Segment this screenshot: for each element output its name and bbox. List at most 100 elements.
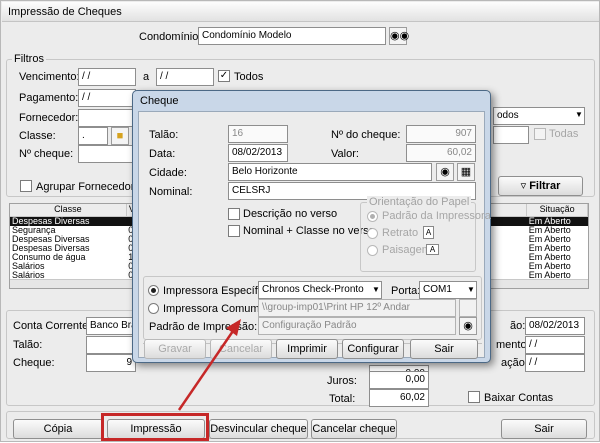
pagamento-from-field[interactable]: / /: [78, 89, 136, 107]
desc-verso-checkbox[interactable]: [228, 208, 240, 220]
filtrar-button[interactable]: ▿ Filtrar: [498, 176, 583, 196]
conta-field[interactable]: Banco Brad: [86, 317, 136, 335]
cancelar-button[interactable]: Cancelar: [210, 339, 272, 359]
dlg-ncheque-label: Nº do cheque:: [331, 129, 401, 141]
orient-paisagem-label: Paisagem: [382, 244, 431, 256]
baixar-checkbox[interactable]: [468, 391, 480, 403]
dlg-talao-field[interactable]: 16: [228, 125, 288, 143]
todas-checkbox[interactable]: [534, 128, 546, 140]
chevron-down-icon[interactable]: ▼: [575, 110, 583, 119]
dlg-data-field[interactable]: 08/02/2013: [228, 144, 288, 162]
folder-icon[interactable]: ■: [111, 127, 129, 145]
binoculars-icon[interactable]: ◉: [436, 163, 454, 181]
data-field[interactable]: 08/02/2013: [525, 317, 585, 335]
compensacao-label: ação:: [501, 357, 528, 369]
dlg-data-label: Data:: [149, 148, 176, 160]
landscape-icon: A: [426, 244, 439, 255]
porta-label: Porta:: [391, 285, 421, 297]
vencimento-sep: a: [143, 71, 150, 83]
impressao-highlight: [101, 413, 209, 441]
orient-retrato-radio[interactable]: [367, 228, 378, 239]
gravar-button[interactable]: Gravar: [144, 339, 206, 359]
cheque-dialog: Cheque Talão: 16 Nº do cheque: 907 Data:…: [132, 90, 491, 363]
orientacao-title: Orientação do Papel: [367, 196, 472, 208]
configurar-button[interactable]: Configurar: [342, 339, 404, 359]
orient-padrao-radio[interactable]: [367, 211, 378, 222]
imprimir-button[interactable]: Imprimir: [276, 339, 338, 359]
window-title: Impressão de Cheques: [8, 6, 122, 18]
classe-field[interactable]: .: [78, 127, 108, 145]
filtros-title: Filtros: [12, 53, 46, 65]
col-situacao[interactable]: Situação: [526, 204, 588, 217]
window-titlebar: Impressão de Cheques: [2, 2, 599, 22]
talao-label: Talão:: [13, 339, 43, 351]
conta-label: Conta Corrente:: [13, 320, 92, 332]
dlg-valor-field[interactable]: 60,02: [406, 144, 476, 162]
juros-label: Juros:: [327, 375, 357, 387]
dlg-valor-label: Valor:: [331, 148, 359, 160]
orient-paisagem-radio[interactable]: [367, 245, 378, 256]
total-field[interactable]: 60,02: [369, 389, 429, 407]
fornecedor-label: Fornecedor:: [19, 112, 79, 124]
ncheque-field[interactable]: [78, 145, 136, 163]
dlg-talao-label: Talão:: [149, 129, 179, 141]
dlg-sair-button[interactable]: Sair: [410, 339, 478, 359]
col-classe[interactable]: Classe: [10, 204, 127, 217]
nominal-classe-checkbox[interactable]: [228, 225, 240, 237]
copia-button[interactable]: Cópia: [13, 419, 103, 439]
agrupar-checkbox[interactable]: [20, 180, 32, 192]
chevron-down-icon[interactable]: ▼: [372, 285, 380, 294]
dialog-title: Cheque: [140, 95, 179, 107]
talao-field[interactable]: [86, 336, 136, 354]
data-label: ão:: [510, 320, 526, 332]
cheque-label: Cheque:: [13, 357, 55, 369]
compensacao-field[interactable]: / /: [525, 354, 585, 372]
cancelar-cheque-button[interactable]: Cancelar cheque: [311, 419, 397, 439]
imp-comum-label: Impressora Comum:: [163, 303, 263, 315]
cheque-field[interactable]: 9: [86, 354, 136, 372]
orient-padrao-label: Padrão da Impressora: [382, 210, 491, 222]
binoculars-icon[interactable]: ◉◉: [389, 27, 409, 45]
padrao-label: Padrão de Impressão:: [149, 321, 258, 333]
classe-label: Classe:: [19, 130, 56, 142]
desvincular-button[interactable]: Desvincular cheque: [209, 419, 308, 439]
calculator-icon[interactable]: ▦: [457, 163, 475, 181]
sair-button[interactable]: Sair: [501, 419, 587, 439]
fornecedor-select[interactable]: odos: [493, 107, 585, 125]
todos-label: Todos: [234, 71, 264, 83]
vencimento-to-field[interactable]: / /: [156, 68, 214, 86]
chevron-down-icon[interactable]: ▼: [467, 285, 475, 294]
imp-comum-field[interactable]: \\group-imp01\Print HP 12º Andar: [258, 299, 456, 317]
filtrar-label: Filtrar: [529, 180, 561, 192]
pagamento-label: Pagamento:: [19, 92, 79, 104]
imp-comum-radio[interactable]: [148, 303, 159, 314]
impressao-cheques-window: Impressão de Cheques Condomínio: Condomí…: [0, 0, 600, 442]
vencimento-label: Vencimento:: [19, 71, 80, 83]
juros-field[interactable]: 0,00: [369, 371, 429, 389]
dlg-cidade-label: Cidade:: [149, 167, 187, 179]
binoculars-icon[interactable]: ◉: [459, 317, 477, 335]
total-label: Total:: [329, 393, 356, 405]
todos-checkbox[interactable]: ✓: [218, 70, 230, 82]
nominal-classe-label: Nominal + Classe no verso: [243, 225, 375, 237]
condominio-field[interactable]: Condomínio Modelo: [198, 27, 386, 45]
dialog-body: Talão: 16 Nº do cheque: 907 Data: 08/02/…: [138, 111, 491, 358]
todas-label: Todas: [549, 128, 579, 140]
imp-comum-extra[interactable]: [459, 299, 477, 317]
classe-right-field[interactable]: [493, 126, 529, 144]
vencimento-from-field[interactable]: / /: [78, 68, 136, 86]
dlg-nominal-label: Nominal:: [149, 186, 193, 198]
padrao-field[interactable]: Configuração Padrão: [258, 317, 456, 335]
imp-especifica-radio[interactable]: [148, 285, 159, 296]
orient-retrato-label: Retrato: [382, 227, 419, 239]
portrait-icon: A: [423, 226, 434, 239]
agrupar-label: Agrupar Fornecedores: [36, 181, 147, 193]
vencimento-bottom-field[interactable]: / /: [525, 336, 585, 354]
imp-especifica-select[interactable]: Chronos Check-Pronto: [258, 281, 382, 299]
fornecedor-field[interactable]: [78, 109, 136, 127]
ncheque-label: Nº cheque:: [19, 148, 74, 160]
desc-verso-label: Descrição no verso: [243, 208, 338, 220]
dlg-cidade-field[interactable]: Belo Horizonte: [228, 163, 432, 181]
filter-icon: ▿: [520, 180, 530, 192]
dlg-ncheque-field[interactable]: 907: [406, 125, 476, 143]
